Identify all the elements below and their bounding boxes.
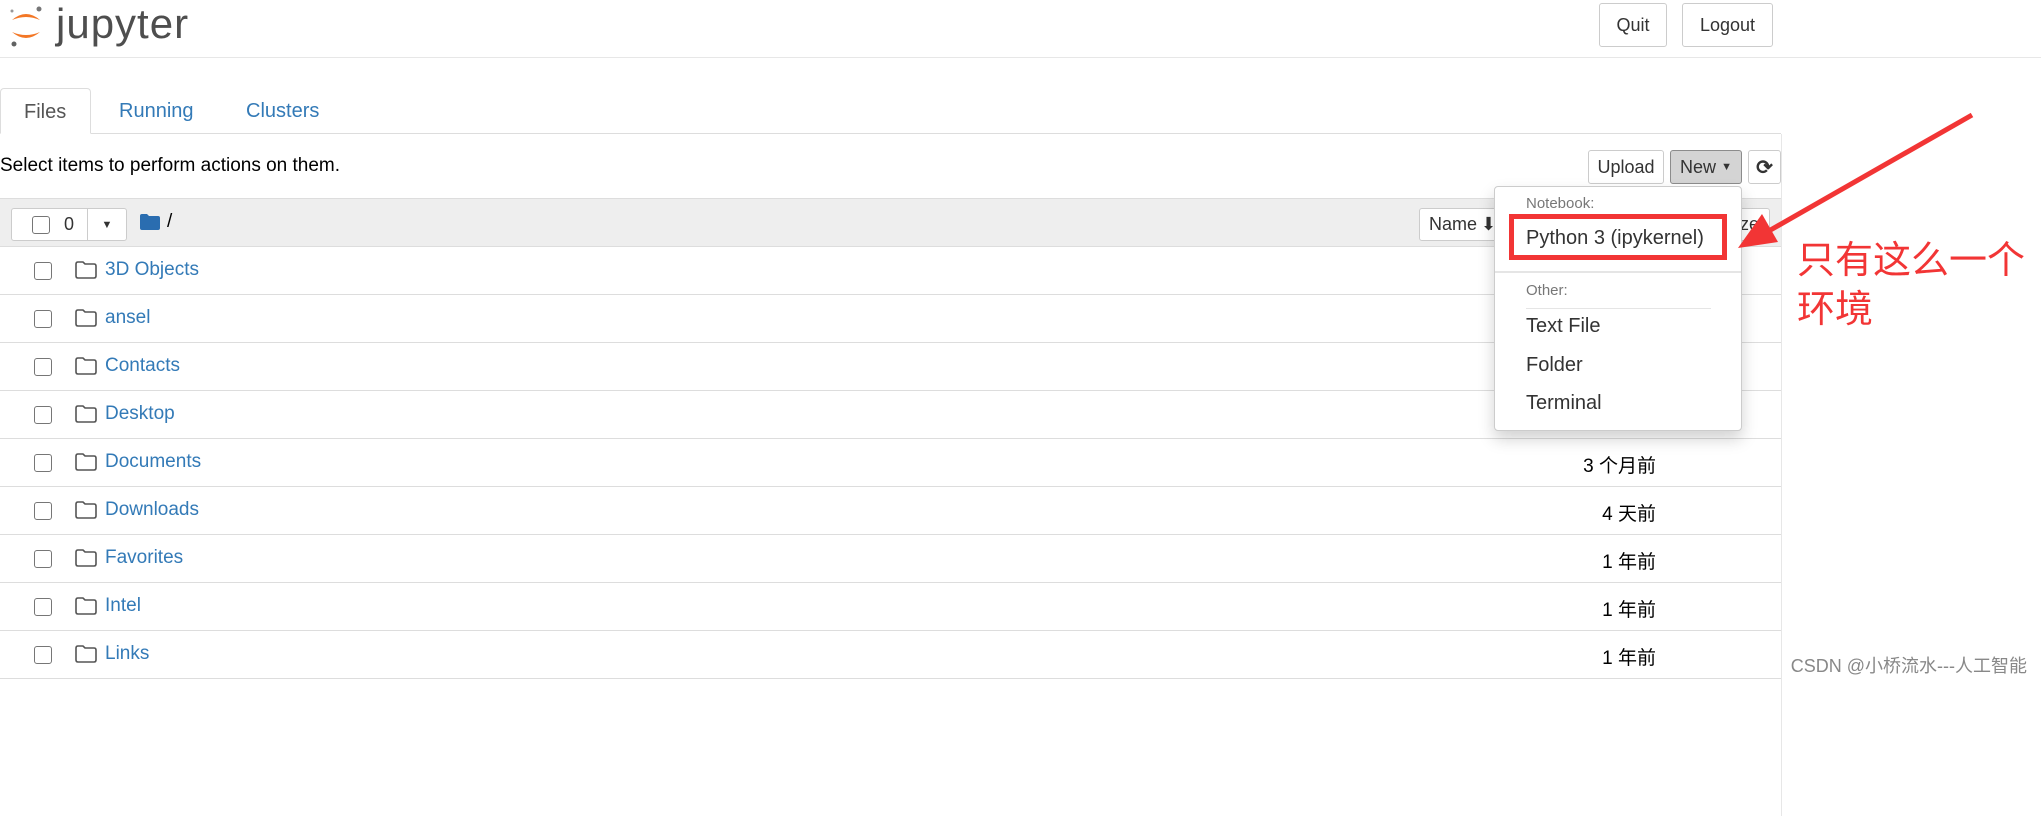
annotation-arrow-icon — [1738, 112, 1974, 248]
annotation-text-line1: 只有这么一个 — [1797, 240, 2026, 282]
annotation-text-line2: 环境 — [1797, 289, 1874, 331]
watermark: CSDN @小桥流水---人工智能 — [1790, 656, 2027, 676]
